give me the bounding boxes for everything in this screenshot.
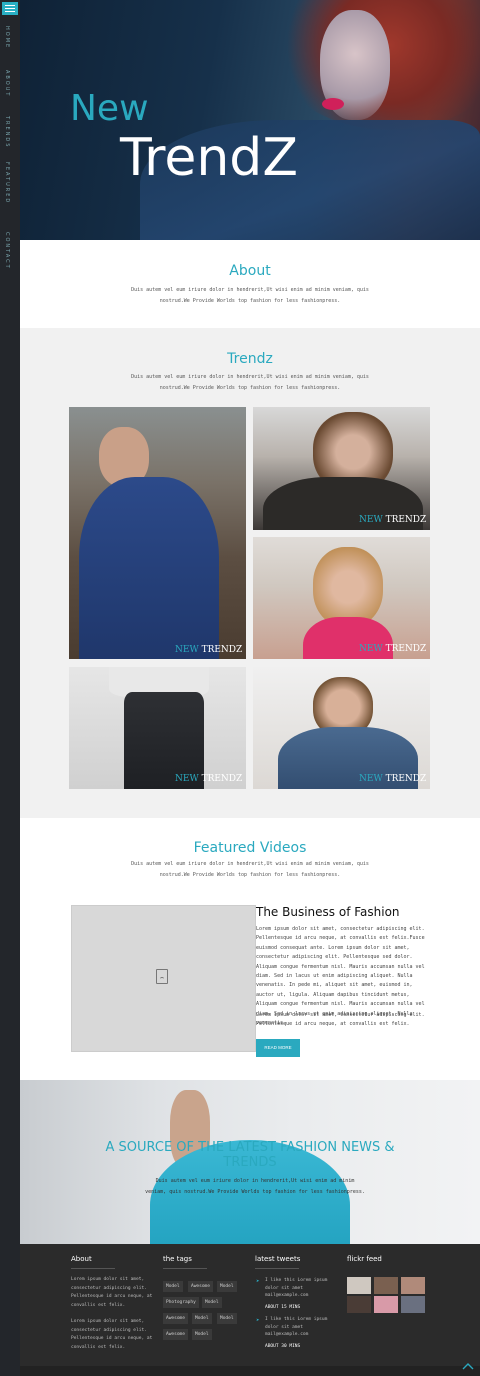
trendz-title: Trendz xyxy=(227,351,273,367)
videos-text: Duis autem vel eum iriure dolor in hendr… xyxy=(131,861,369,878)
footer-flickr-title: flickr feed xyxy=(347,1255,382,1263)
nav-item-home[interactable]: Home xyxy=(4,26,10,49)
videos-title: Featured Videos xyxy=(193,840,307,856)
hero-lips-shape xyxy=(322,98,344,110)
menu-icon[interactable] xyxy=(2,2,18,15)
tag-item[interactable]: Awesome xyxy=(163,1313,188,1324)
about-section xyxy=(20,240,480,328)
footer-about-text-1: Lorem ipsum dolor sit amet, consectetur … xyxy=(71,1277,153,1308)
tweet-time: ABOUT 30 MINS xyxy=(265,1344,301,1349)
tag-item[interactable]: Model xyxy=(163,1281,183,1292)
footer-bottom-bar xyxy=(20,1366,480,1376)
trend-tile-woman-pink-top[interactable]: NEW TRENDZ xyxy=(253,537,430,659)
article-paragraph-2: Lorem ipsum dolor sit amet, consectetur … xyxy=(256,1012,425,1028)
tile-caption: NEW TRENDZ xyxy=(359,515,427,525)
nav-item-featured[interactable]: Featured xyxy=(4,162,10,204)
trend-tile-man-blazer[interactable]: NEW TRENDZ xyxy=(69,407,246,659)
trendz-text: Duis autem vel eum iriure dolor in hendr… xyxy=(131,374,369,391)
trend-tile-jeans[interactable]: NEW TRENDZ xyxy=(69,667,246,789)
flickr-thumb[interactable] xyxy=(347,1296,371,1313)
broken-image-icon xyxy=(156,969,168,984)
trend-tile-woman-sunglasses[interactable]: NEW TRENDZ xyxy=(253,407,430,530)
photo-figure-head xyxy=(313,547,383,627)
tile-caption: NEW TRENDZ xyxy=(359,774,427,784)
tile-caption: NEW TRENDZ xyxy=(175,645,243,655)
footer-tags-title: the tags xyxy=(163,1255,192,1263)
read-more-button[interactable]: READ MORE xyxy=(256,1039,300,1057)
about-text: Duis autem vel eum iriure dolor in hendr… xyxy=(131,287,369,304)
twitter-icon: ➤ xyxy=(256,1278,260,1285)
tile-caption: NEW TRENDZ xyxy=(359,644,427,654)
about-title: About xyxy=(229,263,271,279)
trend-tile-man-denim[interactable]: NEW TRENDZ xyxy=(253,667,430,789)
divider xyxy=(255,1268,299,1269)
nav-item-about[interactable]: About xyxy=(4,70,10,97)
flickr-thumb[interactable] xyxy=(401,1296,425,1313)
tag-item[interactable]: Awesome xyxy=(163,1329,188,1340)
tag-item[interactable]: Model xyxy=(192,1329,212,1340)
article-title: The Business of Fashion xyxy=(256,905,400,919)
hero-title-new: New xyxy=(70,88,149,129)
tag-item[interactable]: Awesome xyxy=(188,1281,213,1292)
footer-about-title: About xyxy=(71,1255,92,1263)
hero-title-trendz: TrendZ xyxy=(120,128,298,188)
footer-about-text-2: Lorem ipsum dolor sit amet, consectetur … xyxy=(71,1319,153,1350)
twitter-icon: ➤ xyxy=(256,1317,260,1324)
tag-item[interactable]: Model xyxy=(217,1281,237,1292)
banner-text: Duis autem vel eum iriure dolor in hendr… xyxy=(145,1178,365,1195)
banner-title: A SOURCE OF THE LATEST FASHION NEWS & TR… xyxy=(105,1140,395,1170)
tag-item[interactable]: Model xyxy=(192,1313,212,1324)
tag-item[interactable]: Photography xyxy=(163,1297,199,1308)
side-navigation: Home About Trends Featured Contact xyxy=(0,0,20,1376)
flickr-thumb[interactable] xyxy=(401,1277,425,1294)
tag-item[interactable]: Model xyxy=(202,1297,222,1308)
nav-item-trends[interactable]: Trends xyxy=(4,116,10,148)
flickr-thumb[interactable] xyxy=(374,1296,398,1313)
tweet-time: ABOUT 15 MINS xyxy=(265,1305,301,1310)
tweet-text: I like this Lorem ipsum dolor sit amet m… xyxy=(265,1278,328,1298)
tile-caption: NEW TRENDZ xyxy=(175,774,243,784)
divider xyxy=(163,1268,207,1269)
photo-figure-body xyxy=(79,477,219,659)
scroll-to-top-icon[interactable] xyxy=(462,1362,474,1370)
tweet-text: I like this Lorem ipsum dolor sit amet m… xyxy=(265,1317,328,1337)
nav-item-contact[interactable]: Contact xyxy=(4,232,10,270)
footer-tweets-title: latest tweets xyxy=(255,1255,301,1263)
tag-item[interactable]: Model xyxy=(217,1313,237,1324)
flickr-thumb[interactable] xyxy=(347,1277,371,1294)
flickr-thumb[interactable] xyxy=(374,1277,398,1294)
video-player[interactable] xyxy=(71,905,256,1052)
divider xyxy=(71,1268,115,1269)
